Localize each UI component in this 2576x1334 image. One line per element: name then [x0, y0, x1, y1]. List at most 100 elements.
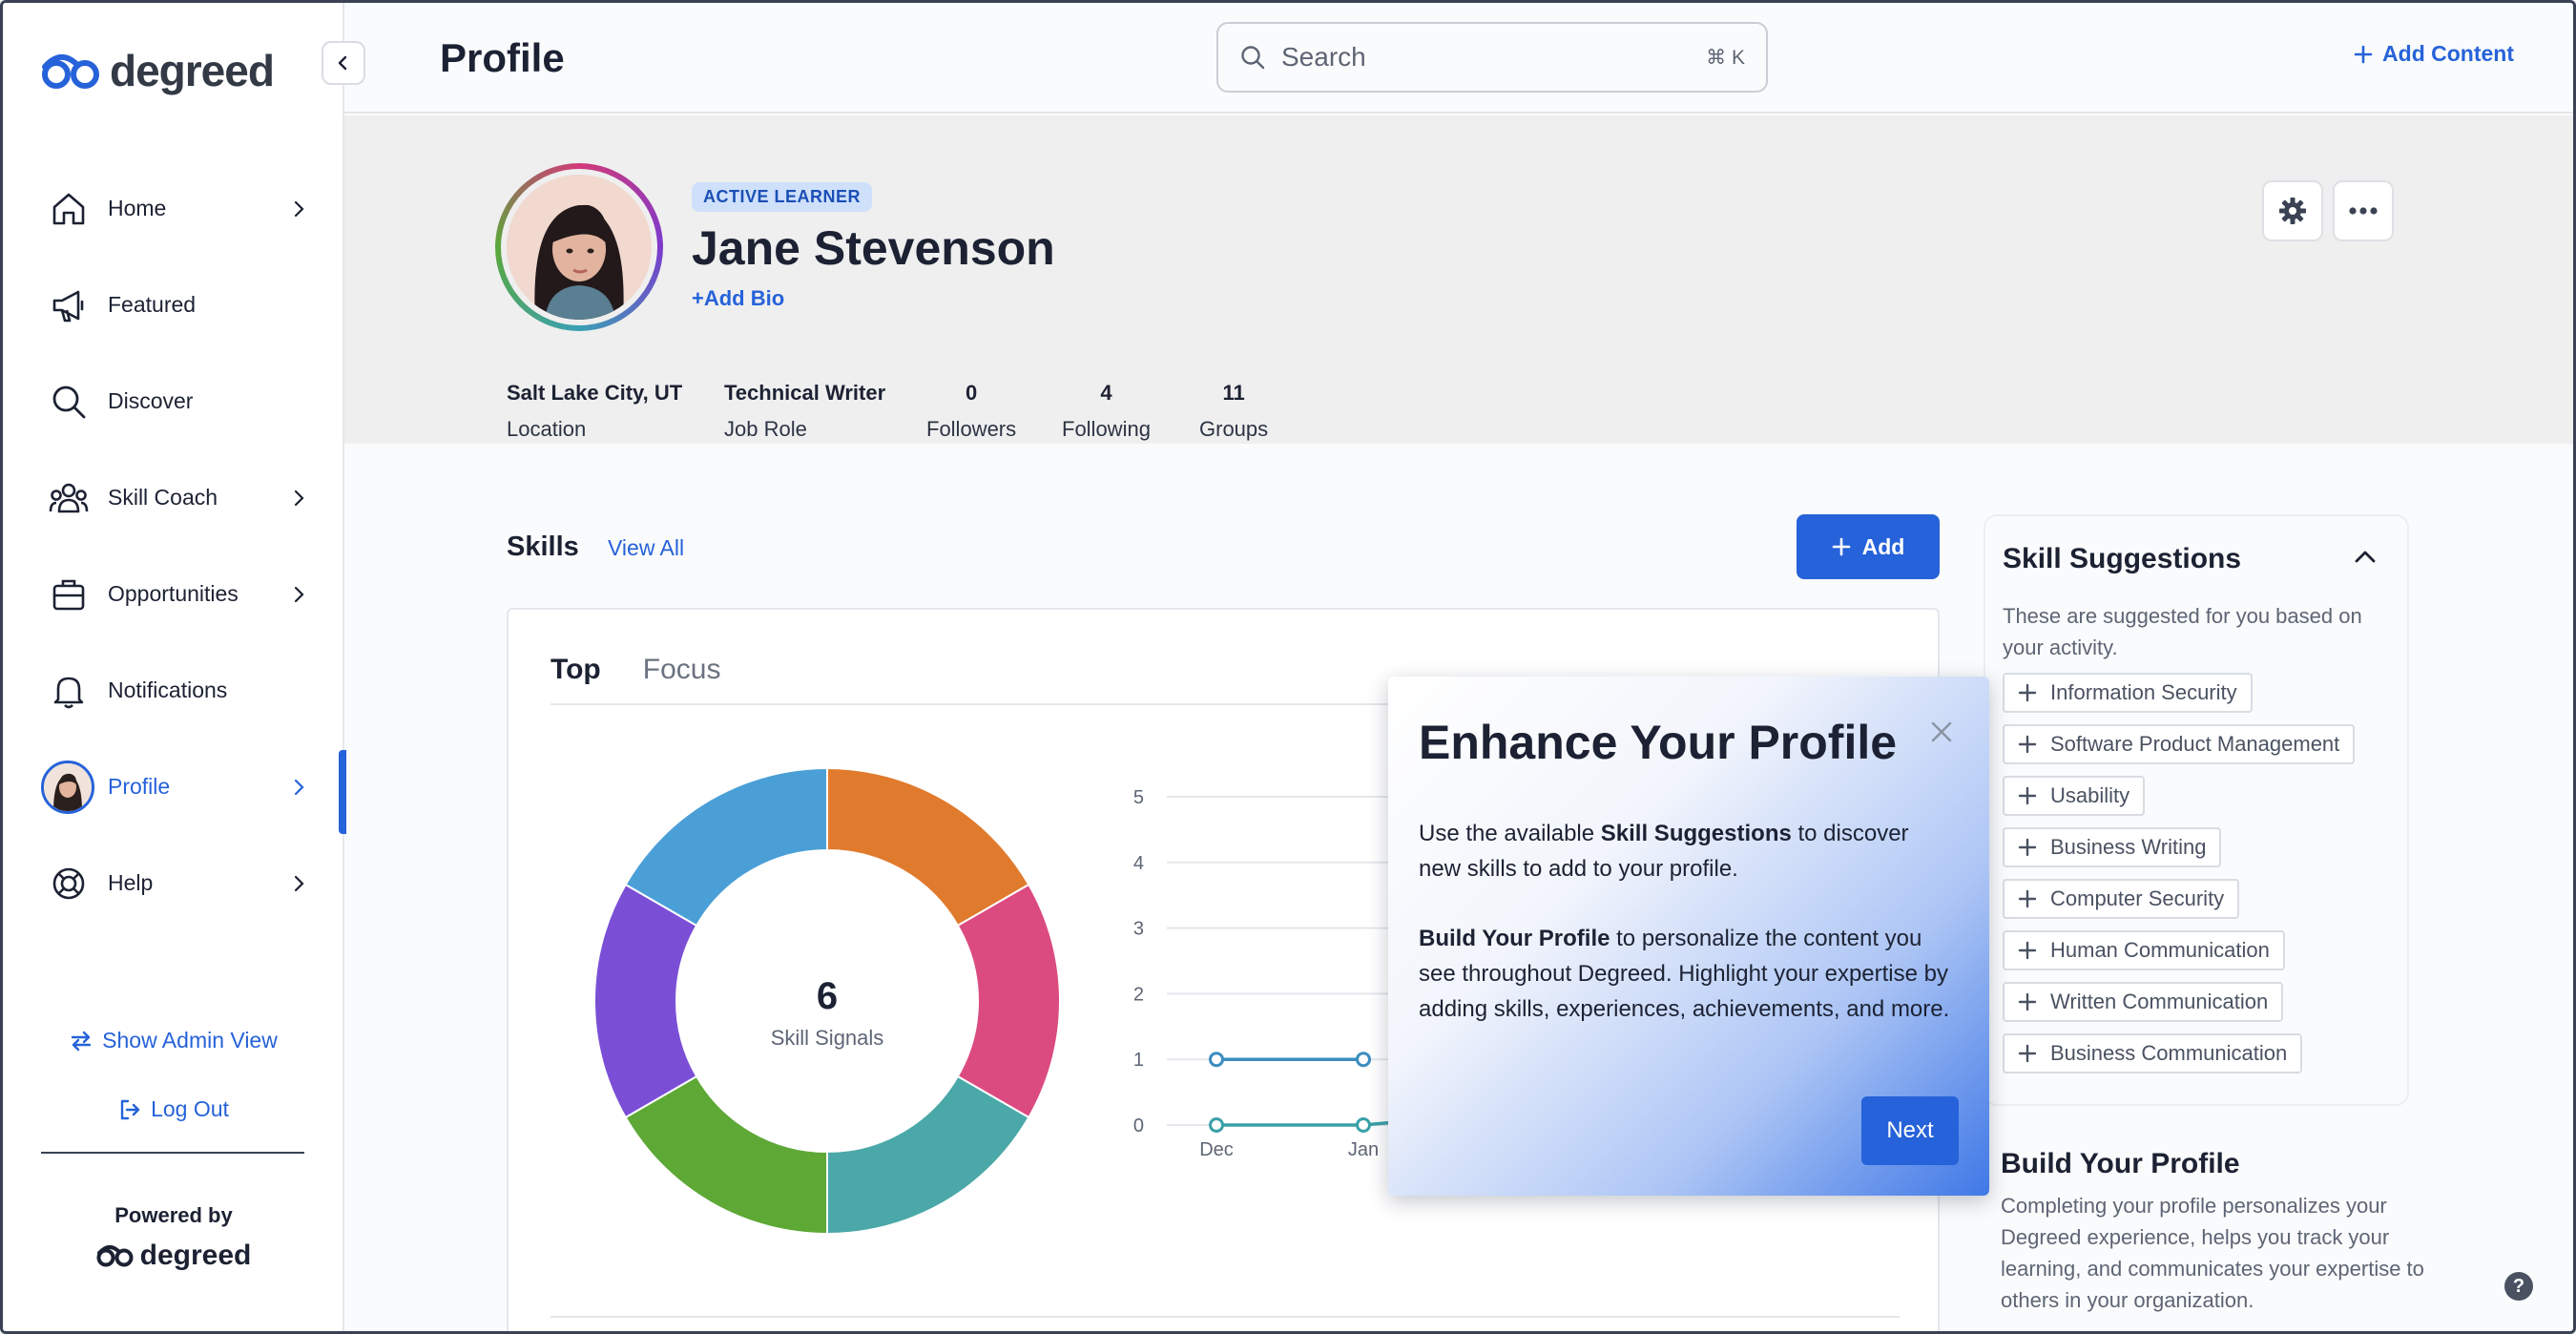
suggestion-chip[interactable]: Usability [2003, 776, 2146, 816]
team-icon [49, 478, 89, 518]
suggestion-chip[interactable]: Software Product Management [2003, 724, 2356, 764]
sidebar-item-featured[interactable]: Featured [3, 257, 344, 353]
sidebar-item-discover[interactable]: Discover [3, 353, 344, 449]
donut-slice[interactable] [826, 1074, 1030, 1236]
sidebar-item-label: Profile [108, 774, 171, 799]
chevron-right-icon [294, 200, 304, 217]
data-point[interactable] [1209, 1052, 1224, 1068]
powered-by-label: Powered by [114, 1203, 233, 1227]
following-count: 4 [1100, 381, 1112, 405]
sidebar-item-notifications[interactable]: Notifications [3, 642, 344, 739]
megaphone-icon [49, 285, 89, 325]
help-button[interactable]: ? [2504, 1272, 2533, 1301]
more-options-button[interactable] [2333, 180, 2394, 241]
sidebar-item-help[interactable]: Help [3, 835, 344, 931]
suggestion-chip-label: Business Communication [2050, 1041, 2288, 1065]
plus-icon [2354, 45, 2373, 63]
close-icon[interactable] [1930, 720, 1953, 743]
settings-button[interactable] [2262, 180, 2323, 241]
followers-stat[interactable]: 0 Followers [926, 381, 1016, 442]
show-admin-view-link[interactable]: Show Admin View [3, 1028, 344, 1053]
plus-icon [2018, 683, 2037, 702]
add-skill-button[interactable]: Add [1797, 514, 1940, 579]
logo-text: degreed [110, 46, 275, 95]
followers-count: 0 [965, 381, 978, 405]
lifebuoy-icon [49, 864, 89, 904]
swap-arrows-icon [71, 1031, 92, 1051]
profile-avatar[interactable] [495, 163, 663, 331]
build-profile-description: Completing your profile personalizes you… [2001, 1194, 2424, 1312]
suggestion-chip[interactable]: Written Communication [2003, 982, 2284, 1022]
add-bio-label: Add Bio [703, 286, 785, 310]
sidebar-item-home[interactable]: Home [3, 160, 344, 257]
chevron-up-icon[interactable] [2354, 549, 2377, 564]
sidebar-item-opportunities[interactable]: Opportunities [3, 546, 344, 642]
plus-icon [2018, 941, 2037, 960]
next-button[interactable]: Next [1861, 1096, 1959, 1165]
search-input[interactable] [1281, 42, 1707, 73]
briefcase-icon [49, 574, 89, 615]
suggestion-chip[interactable]: Human Communication [2003, 930, 2285, 970]
suggestion-chip[interactable]: Business Communication [2003, 1033, 2303, 1073]
y-tick-label: 5 [1133, 787, 1144, 808]
job-role-value: Technical Writer [724, 381, 886, 405]
sidebar-item-label: Opportunities [108, 581, 239, 606]
sidebar-item-label: Notifications [108, 677, 228, 702]
sidebar-item-skill-coach[interactable]: Skill Coach [3, 449, 344, 546]
data-point[interactable] [1356, 1052, 1371, 1068]
popover-paragraph-1: Use the available Skill Suggestions to d… [1419, 816, 1953, 886]
view-all-skills-link[interactable]: View All [608, 535, 684, 561]
data-point[interactable] [1209, 1117, 1224, 1133]
suggestion-chip[interactable]: Computer Security [2003, 879, 2240, 919]
sidebar: degreed Home Featured Discover Skill Coa… [3, 3, 365, 1331]
suggestion-chip-label: Software Product Management [2050, 732, 2340, 756]
home-icon [49, 189, 89, 229]
suggestion-chip-label: Information Security [2050, 680, 2237, 704]
add-skill-label: Add [1861, 533, 1905, 559]
build-profile-title: Build Your Profile [2001, 1148, 2240, 1179]
skill-signals-donut: 6 Skill Signals [593, 766, 1061, 1236]
powered-by-logo: degreed [3, 1240, 344, 1272]
sidebar-nav: Home Featured Discover Skill Coach Oppor… [3, 160, 346, 931]
search-icon [1241, 46, 1265, 70]
search-shortcut: ⌘ K [1706, 46, 1745, 69]
suggestion-chip-label: Human Communication [2050, 938, 2270, 962]
suggestion-chip-label: Usability [2050, 783, 2130, 807]
sidebar-item-profile[interactable]: Profile [3, 739, 346, 835]
donut-slice[interactable] [624, 766, 828, 928]
add-content-button[interactable]: Add Content [2354, 41, 2514, 67]
suggestion-chip[interactable]: Information Security [2003, 673, 2253, 713]
popover-bold: Build Your Profile [1419, 926, 1610, 951]
profile-photo [507, 175, 652, 320]
tab-top[interactable]: Top [551, 654, 601, 686]
top-header: Profile ⌘ K Add Content [344, 3, 2573, 114]
tab-focus[interactable]: Focus [643, 654, 721, 686]
sidebar-item-label: Discover [108, 388, 194, 413]
bell-icon [49, 671, 89, 711]
groups-stat[interactable]: 11 Groups [1199, 381, 1268, 442]
job-role-label: Job Role [724, 417, 807, 441]
location-stat: Salt Lake City, UT Location [507, 381, 682, 442]
y-tick-label: 2 [1133, 984, 1144, 1005]
plus-icon [2018, 1044, 2037, 1063]
donut-center-label: Skill Signals [771, 1026, 884, 1050]
location-value: Salt Lake City, UT [507, 381, 683, 405]
add-bio-link[interactable]: +Add Bio [692, 286, 784, 311]
skill-suggestions-title: Skill Suggestions [2003, 543, 2242, 574]
donut-slice[interactable] [956, 883, 1061, 1119]
skill-suggestions-description: These are suggested for you based on you… [2003, 604, 2362, 659]
search-bar[interactable]: ⌘ K [1216, 22, 1768, 93]
suggestion-chip[interactable]: Business Writing [2003, 827, 2222, 867]
donut-slice[interactable] [593, 883, 698, 1119]
avatar [41, 760, 94, 814]
log-out-link[interactable]: Log Out [3, 1096, 344, 1122]
gear-icon [2279, 198, 2306, 224]
degreed-logo[interactable]: degreed [41, 45, 275, 96]
collapse-sidebar-button[interactable] [322, 41, 365, 85]
data-point[interactable] [1356, 1117, 1371, 1133]
chevron-right-icon [294, 875, 304, 891]
skill-suggestions-panel: Skill Suggestions These are suggested fo… [1984, 514, 2409, 1106]
plus-icon [2018, 838, 2037, 857]
following-stat[interactable]: 4 Following [1062, 381, 1151, 442]
skills-heading: Skills [507, 532, 579, 562]
